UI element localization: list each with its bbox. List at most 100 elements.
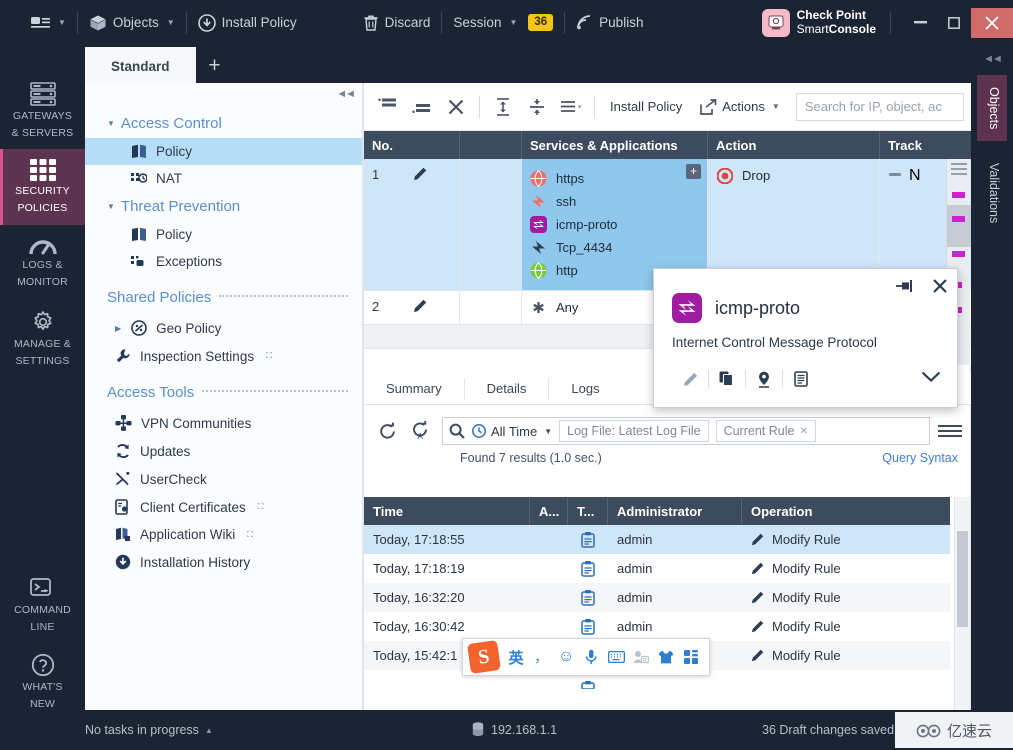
main-menu-button[interactable]: ▼	[22, 7, 75, 39]
rail-item-manage-settings[interactable]: MANAGE & SETTINGS	[0, 301, 85, 377]
tree-item-label: UserCheck	[140, 471, 207, 487]
where-used-pin-icon[interactable]	[746, 366, 782, 392]
add-service-button[interactable]: +	[686, 164, 701, 179]
log-col-time[interactable]: Time	[364, 497, 530, 525]
objects-button[interactable]: Objects ▼	[80, 7, 184, 39]
skin-icon[interactable]	[655, 643, 678, 671]
apps-icon[interactable]	[680, 643, 703, 671]
rules-search-input[interactable]: Search for IP, object, ac	[795, 92, 964, 121]
log-col-a[interactable]: A...	[530, 497, 568, 525]
edit-pencil-icon[interactable]	[672, 366, 708, 392]
chip-log-file[interactable]: Log File: Latest Log File	[559, 420, 709, 442]
status-tasks[interactable]: No tasks in progress ▲	[85, 723, 213, 737]
tree-item-threat-prevention-policy[interactable]: Policy	[85, 221, 362, 248]
log-col-operation[interactable]: Operation	[742, 497, 950, 525]
log-query-box[interactable]: All Time ▼ Log File: Latest Log File Cur…	[442, 417, 930, 445]
service-item[interactable]: Tcp_4434	[530, 236, 699, 259]
add-rule-below-icon[interactable]	[406, 92, 438, 122]
tab-summary[interactable]: Summary	[364, 377, 465, 400]
right-tab-objects[interactable]: Objects	[977, 75, 1007, 142]
maximize-button[interactable]	[937, 10, 971, 36]
table-row[interactable]: Today, 17:18:55 admin Modify Rule	[364, 525, 950, 554]
refresh-icon[interactable]	[374, 418, 400, 444]
overview-menu-icon[interactable]	[951, 163, 967, 178]
chip-current-rule[interactable]: Current Rule ✕	[715, 420, 816, 442]
log-vscroll-thumb[interactable]	[957, 531, 968, 627]
expand-all-icon[interactable]	[487, 92, 519, 122]
publish-button[interactable]: Publish	[567, 7, 652, 39]
collapse-left-icon[interactable]: ◄◄	[971, 45, 1013, 65]
service-name: Any	[556, 300, 579, 315]
tab-details[interactable]: Details	[465, 377, 550, 400]
rail-item-logs-monitor[interactable]: LOGS & MONITOR	[0, 225, 85, 301]
tree-item-usercheck[interactable]: UserCheck	[85, 465, 362, 493]
service-item[interactable]: icmp-proto	[530, 213, 699, 236]
tree-item-application-wiki[interactable]: Application Wiki ⛶	[85, 521, 362, 548]
tree-item-access-control-policy[interactable]: Policy	[85, 138, 362, 165]
hamburger-icon[interactable]	[938, 425, 962, 437]
tree-item-access-control-nat[interactable]: NAT	[85, 165, 362, 192]
table-row[interactable]: Today, 16:32:20 admin Modify Rule	[364, 583, 950, 612]
tree-item-vpn-communities[interactable]: VPN Communities	[85, 409, 362, 437]
cloud-icon	[916, 723, 942, 738]
rail-item-command-line[interactable]: COMMAND LINE	[0, 568, 85, 644]
view-options-icon[interactable]	[555, 92, 587, 122]
tree-item-inspection-settings[interactable]: Inspection Settings ⛶	[85, 342, 362, 370]
add-tab-button[interactable]: +	[196, 47, 234, 85]
ime-language-button[interactable]: 英	[505, 643, 528, 671]
add-rule-above-icon[interactable]	[372, 92, 404, 122]
delete-rule-icon[interactable]	[440, 92, 472, 122]
time-filter[interactable]: All Time ▼	[472, 424, 552, 439]
table-row[interactable]: Today, 16:30:42 admin Modify Rule	[364, 612, 950, 641]
service-item[interactable]: https	[530, 167, 699, 190]
rail-item-security-policies[interactable]: SECURITY POLICIES	[0, 149, 85, 225]
collapse-left-icon[interactable]: ◄◄	[336, 88, 356, 100]
contact-icon[interactable]	[630, 643, 653, 671]
log-col-administrator[interactable]: Administrator	[608, 497, 742, 525]
close-icon[interactable]	[933, 279, 947, 298]
log-col-t[interactable]: T...	[568, 497, 608, 525]
tree-item-threat-prevention-exceptions[interactable]: Exceptions	[85, 248, 362, 275]
query-syntax-link[interactable]: Query Syntax	[882, 451, 958, 465]
install-policy-button[interactable]: Install Policy	[189, 7, 306, 39]
close-icon[interactable]: ✕	[799, 426, 807, 437]
close-button[interactable]	[971, 7, 1013, 38]
ime-punctuation-button[interactable]: ，	[530, 643, 553, 671]
ime-emoji-button[interactable]: ☺	[555, 643, 578, 671]
overview-viewport[interactable]	[947, 205, 971, 247]
rail-item-gateways-servers[interactable]: GATEWAYS & SERVERS	[0, 73, 85, 149]
overview-marker	[952, 192, 965, 198]
report-icon[interactable]	[783, 366, 819, 392]
clone-icon[interactable]	[709, 366, 745, 392]
right-tab-validations[interactable]: Validations	[977, 151, 1007, 235]
discard-button[interactable]: Discard	[354, 7, 440, 39]
ime-toolbar[interactable]: S 英 ， ☺	[462, 638, 710, 676]
tab-standard[interactable]: Standard	[85, 47, 196, 85]
rules-actions-button[interactable]: Actions ▼	[692, 92, 788, 122]
auto-refresh-icon[interactable]: A	[408, 418, 434, 444]
table-row[interactable]: Today, 17:18:19 admin Modify Rule	[364, 554, 950, 583]
pin-icon[interactable]	[896, 279, 915, 298]
tree-group-threat-prevention[interactable]: ▼ Threat Prevention	[85, 192, 362, 221]
chevron-down-icon[interactable]	[921, 370, 941, 388]
tree-item-installation-history[interactable]: Installation History	[85, 548, 362, 576]
tree-group-access-control[interactable]: ▼ Access Control	[85, 109, 362, 138]
collapse-all-icon[interactable]	[521, 92, 553, 122]
ime-logo-icon[interactable]: S	[467, 640, 501, 674]
log-a	[530, 554, 568, 583]
rail-label-line2: MONITOR	[17, 276, 68, 288]
session-button[interactable]: Session ▼	[444, 7, 526, 39]
log-a	[530, 525, 568, 554]
tab-logs[interactable]: Logs	[549, 378, 621, 400]
usercheck-icon	[115, 471, 131, 487]
rail-item-whats-new[interactable]: WHAT'S NEW	[0, 644, 85, 720]
service-item[interactable]: ssh	[530, 190, 699, 213]
tree-item-updates[interactable]: Updates	[85, 437, 362, 465]
tree-item-client-certificates[interactable]: Client Certificates ⛶	[85, 493, 362, 521]
mic-icon[interactable]	[580, 643, 603, 671]
minimize-button[interactable]	[903, 10, 937, 36]
object-info-popup: icmp-proto Internet Control Message Prot…	[653, 268, 958, 408]
keyboard-icon[interactable]	[605, 643, 628, 671]
tree-item-geo-policy[interactable]: ▶ Geo Policy	[85, 314, 362, 342]
rules-install-policy-button[interactable]: Install Policy	[602, 92, 690, 122]
